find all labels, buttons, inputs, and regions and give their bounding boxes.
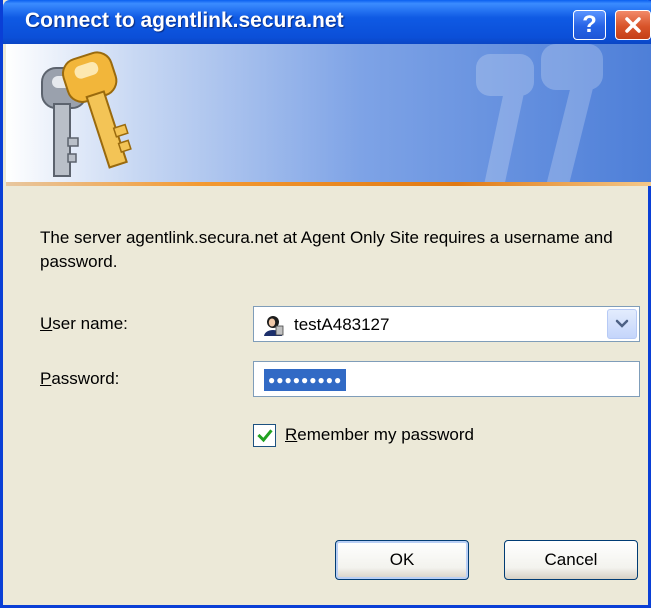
checkmark-icon [256, 428, 273, 442]
keys-watermark-icon [476, 44, 603, 182]
password-masked-value: ●●●●●●●●● [264, 369, 347, 391]
user-icon [264, 316, 284, 336]
close-icon [625, 17, 641, 33]
remember-password-checkbox[interactable] [253, 424, 276, 447]
close-button[interactable] [615, 10, 651, 40]
username-value: testA483127 [294, 315, 390, 334]
window-title: Connect to agentlink.secura.net [25, 9, 344, 32]
title-bar[interactable]: Connect to agentlink.secura.net ? [3, 0, 651, 44]
cancel-button[interactable]: Cancel [504, 540, 638, 580]
remember-password-label[interactable]: Remember my password [285, 425, 474, 445]
banner-accent-line [6, 182, 651, 186]
help-button[interactable]: ? [573, 10, 606, 40]
password-field[interactable]: ●●●●●●●●● [253, 361, 640, 397]
username-label: User name: [40, 314, 128, 333]
ok-button[interactable]: OK [335, 540, 469, 580]
header-banner [6, 44, 651, 182]
login-dialog: Connect to agentlink.secura.net ? The se… [0, 0, 651, 608]
username-combobox[interactable]: testA483127 [253, 306, 640, 342]
chevron-down-icon [615, 319, 629, 328]
password-label: Password: [40, 369, 120, 388]
help-icon: ? [582, 11, 597, 38]
keys-icon [41, 51, 132, 177]
username-dropdown-button[interactable] [607, 309, 637, 339]
prompt-message: The server agentlink.secura.net at Agent… [40, 228, 613, 271]
